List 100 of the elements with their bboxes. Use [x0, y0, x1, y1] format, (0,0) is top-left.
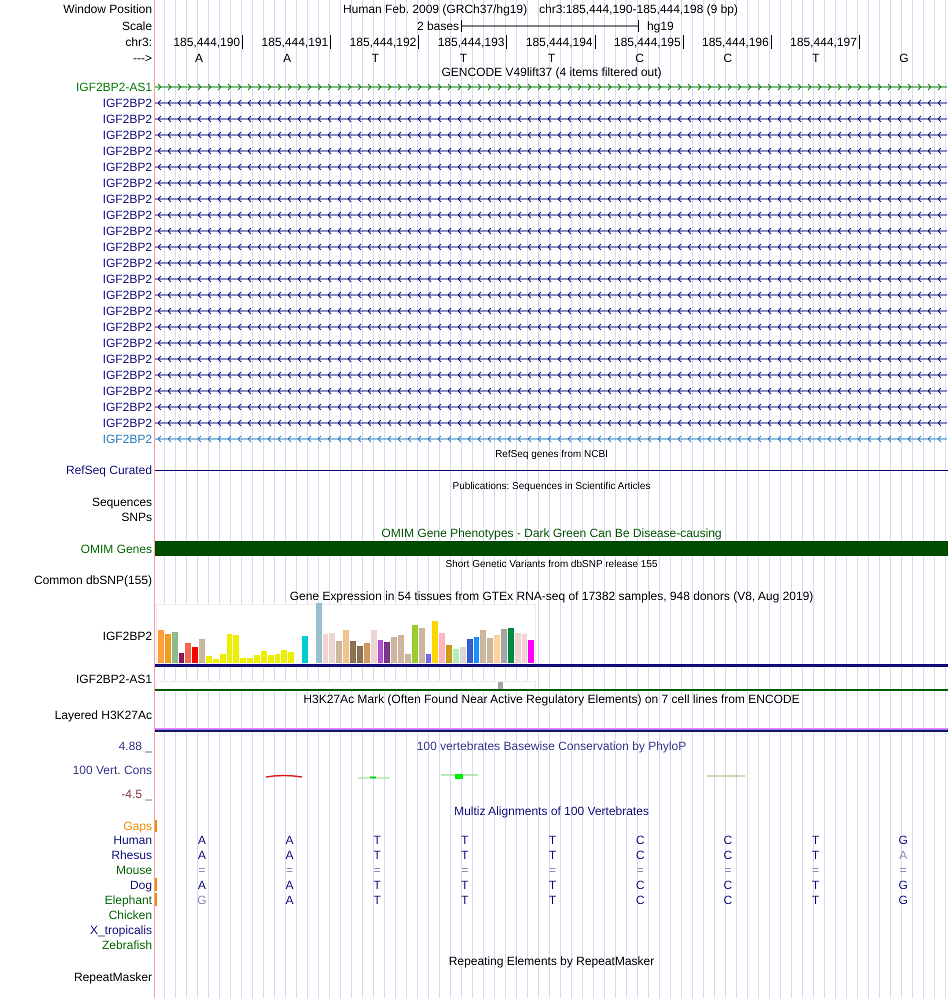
aligned-base: = [810, 862, 820, 876]
aligned-base: A [284, 892, 294, 906]
assembly-title: Human Feb. 2009 (GRCh37/hg19) [343, 0, 528, 18]
expression-bar [302, 636, 308, 663]
position-tick: 185,444,195 [614, 35, 684, 49]
gene-label: IGF2BP2 [102, 112, 152, 126]
scale-bar-icon [461, 20, 639, 32]
base-letter: T [811, 50, 820, 66]
gene-label: IGF2BP2 [102, 352, 152, 366]
gene-label: IGF2BP2 [102, 320, 152, 334]
aligned-base: G [897, 832, 909, 846]
aligned-base: C [722, 892, 734, 906]
aligned-base: T [548, 878, 558, 892]
gene-label: IGF2BP2 [102, 432, 152, 446]
aligned-base: = [372, 862, 382, 876]
gene-label: IGF2BP2 [102, 128, 152, 142]
track-label: Gaps [123, 818, 152, 832]
track-label: SNPs [121, 510, 152, 524]
aligned-base: T [548, 832, 558, 846]
aligned-base: T [372, 892, 382, 906]
position-tick: 185,444,190 [173, 35, 244, 49]
gene-label: IGF2BP2-AS1 [76, 80, 152, 94]
species-label: Elephant [104, 892, 152, 906]
gene-label: IGF2BP2 [102, 336, 152, 350]
aligned-base: A [284, 878, 294, 892]
gene-label: IGF2BP2 [102, 160, 152, 174]
base-letter: T [458, 50, 468, 66]
position-tick: 185,444,194 [526, 35, 596, 49]
species-label: Zebrafish [102, 938, 152, 952]
species-label: Dog [130, 878, 152, 892]
aligned-base: T [372, 848, 382, 862]
position-text: chr3:185,444,190-185,444,198 (9 bp) [539, 0, 738, 18]
base-letter: C [722, 50, 734, 66]
track-label: 100 Vert. Cons [72, 763, 152, 777]
axis-min: -4.5 _ [121, 787, 152, 801]
aligned-base: = [548, 862, 557, 876]
aligned-base: T [548, 892, 558, 906]
position-tick: 185,444,191 [261, 35, 332, 49]
gene-label: IGF2BP2 [102, 288, 152, 302]
aligned-base: A [196, 878, 207, 892]
gene-label: IGF2BP2 [102, 96, 152, 110]
gene-label: IGF2BP2 [102, 256, 152, 270]
position-tick: 185,444,192 [350, 35, 420, 49]
aligned-base: C [722, 878, 734, 892]
aligned-base: T [460, 878, 470, 892]
aligned-base: T [372, 832, 382, 846]
aligned-base: G [897, 878, 909, 892]
track-title: H3K27Ac Mark (Often Found Near Active Regulatory Elements) on 7 cell lines from ENCODE [303, 691, 800, 708]
species-label: Rhesus [111, 848, 152, 862]
track-label: IGF2BP2 [102, 628, 152, 642]
aligned-base: = [723, 862, 732, 876]
track-title: 100 vertebrates Basewise Conservation by PhyloP [416, 738, 686, 755]
aligned-base: A [284, 832, 294, 846]
gene-label: IGF2BP2 [102, 192, 152, 206]
base-letter: T [370, 50, 380, 66]
gene-label: IGF2BP2 [102, 400, 152, 414]
position-tick: 185,444,193 [438, 35, 508, 49]
aligned-base: G [196, 892, 208, 906]
aligned-base: A [898, 848, 908, 862]
aligned-base: = [284, 862, 294, 876]
gene-label: IGF2BP2 [102, 144, 152, 158]
track-label: chr3: [125, 35, 152, 49]
gene-label: IGF2BP2 [102, 208, 152, 222]
species-label: Human [113, 832, 152, 846]
species-label: Chicken [108, 908, 152, 922]
aligned-base: A [196, 848, 207, 862]
scale-assembly: hg19 [646, 18, 674, 34]
expression-bar [498, 682, 503, 689]
gene-label: IGF2BP2 [102, 272, 152, 286]
aligned-base: C [722, 848, 734, 862]
aligned-base: T [460, 832, 470, 846]
position-tick: 185,444,196 [702, 35, 772, 49]
track-title: Multiz Alignments of 100 Vertebrates [454, 803, 649, 820]
track-label: Window Position [63, 2, 152, 16]
track-label: Layered H3K27Ac [54, 708, 152, 722]
track-title: Short Genetic Variants from dbSNP release 155 [446, 558, 658, 572]
gene-label: IGF2BP2 [102, 240, 152, 254]
aligned-base: = [197, 862, 206, 876]
axis-max: 4.88 _ [118, 739, 152, 753]
track-label: Sequences [92, 494, 152, 508]
track-label: Scale [122, 18, 152, 32]
track-label: ---> [133, 50, 152, 64]
base-letter: A [194, 50, 204, 66]
aligned-base: = [636, 862, 645, 876]
gene-label: IGF2BP2 [102, 384, 152, 398]
gene-label: IGF2BP2 [102, 304, 152, 318]
aligned-base: T [460, 848, 470, 862]
aligned-base: T [810, 892, 820, 906]
aligned-base: T [810, 848, 820, 862]
aligned-base: T [372, 878, 382, 892]
scale-text: 2 bases [416, 18, 460, 34]
track-label: OMIM Genes [80, 542, 152, 556]
aligned-base: G [897, 892, 909, 906]
gene-label: IGF2BP2 [102, 368, 152, 382]
aligned-base: A [284, 848, 294, 862]
gene-label: IGF2BP2 [102, 224, 152, 238]
track-label: RefSeq Curated [66, 463, 152, 477]
position-tick: 185,444,197 [790, 35, 860, 49]
track-label: RepeatMasker [74, 970, 152, 984]
aligned-base: T [460, 892, 470, 906]
